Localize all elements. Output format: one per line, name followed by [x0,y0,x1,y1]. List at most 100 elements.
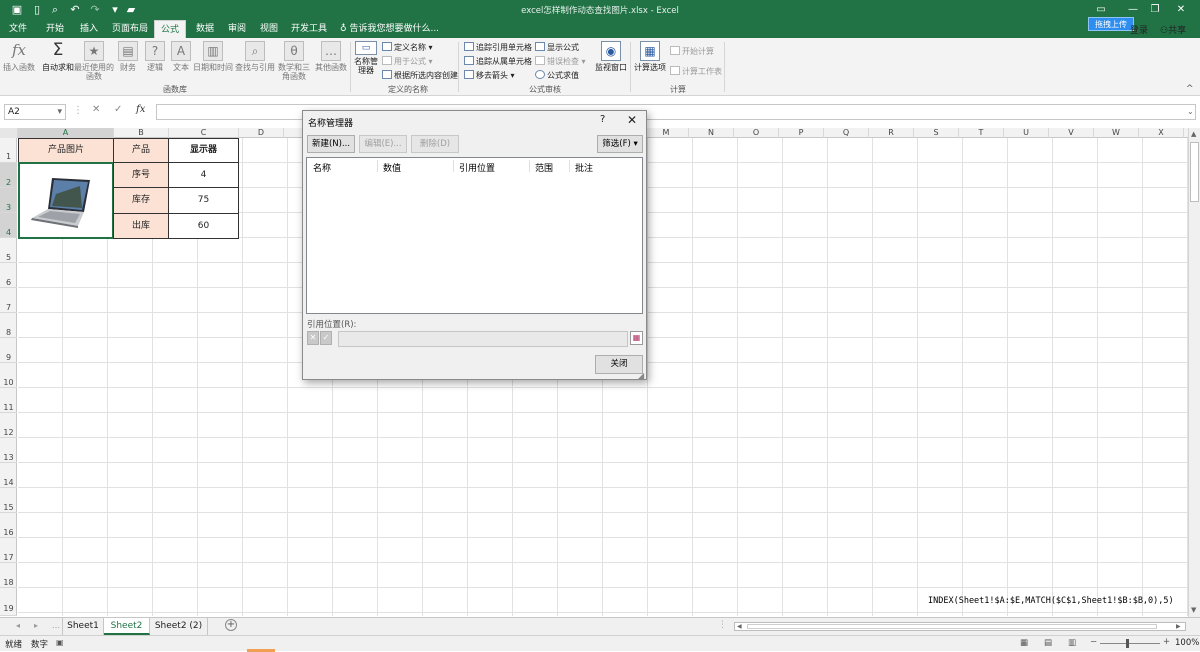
scroll-thumb[interactable] [1190,142,1199,202]
row-header[interactable]: 13 [0,438,17,463]
define-name-button[interactable]: 定义名称 ▾ [382,42,433,53]
normal-view-icon[interactable]: ▦ [1020,638,1028,648]
column-header[interactable]: P [779,128,824,138]
row-header[interactable]: 6 [0,263,17,288]
horizontal-scrollbar[interactable]: ◀ ▶ [734,622,1186,631]
delete-name-button[interactable]: 删除(D) [411,135,459,153]
cell-b3[interactable]: 库存 [113,187,169,214]
sheet-tab-sheet2-copy[interactable]: Sheet2 (2) [150,618,208,635]
help-icon[interactable]: ? [600,114,605,125]
collapse-dialog-icon[interactable]: ▦ [630,331,643,345]
close-icon[interactable]: ✕ [1166,2,1196,18]
scroll-up-icon[interactable]: ▲ [1191,130,1196,138]
tab-data[interactable]: 数据 [190,20,220,38]
column-header[interactable]: A [18,128,114,138]
row-header[interactable]: 3 [0,188,17,213]
column-value[interactable]: 数值 [383,161,401,174]
cell-c2[interactable]: 4 [168,162,239,188]
sheet-tab-sheet1[interactable]: Sheet1 [62,618,104,635]
column-header[interactable]: O [734,128,779,138]
column-header[interactable]: V [1049,128,1094,138]
cell-b4[interactable]: 出库 [113,213,169,239]
select-all-corner[interactable] [0,128,18,138]
insert-function-icon[interactable]: fx [136,104,145,115]
column-header[interactable]: M [644,128,689,138]
resize-grip-icon[interactable]: ◢ [638,371,644,380]
tab-view[interactable]: 视图 [254,20,284,38]
login-link[interactable]: 登录 [1130,23,1148,36]
column-header[interactable]: N [689,128,734,138]
use-in-formula-button[interactable]: 用于公式 ▾ [382,56,433,67]
enter-icon[interactable]: ✓ [114,104,122,115]
expand-formula-bar-icon[interactable]: ⌄ [1187,107,1194,116]
row-header[interactable]: 8 [0,313,17,338]
refers-to-input[interactable] [338,331,628,347]
close-dialog-button[interactable]: 关闭 [595,355,643,374]
add-sheet-icon[interactable]: + [225,619,237,631]
row-header[interactable]: 7 [0,288,17,313]
create-from-selection-button[interactable]: 根据所选内容创建 [382,70,458,81]
row-header[interactable]: 11 [0,388,17,413]
column-refers-to[interactable]: 引用位置 [459,161,495,174]
zoom-out-icon[interactable]: − [1090,637,1097,647]
trace-dependents-button[interactable]: 追踪从属单元格 [464,56,532,67]
column-header[interactable]: Q [824,128,869,138]
row-header[interactable]: 15 [0,488,17,513]
cell-c4[interactable]: 60 [168,213,239,239]
cell-c1[interactable]: 显示器 [168,138,239,163]
tab-formulas[interactable]: 公式 [154,20,186,38]
row-header[interactable]: 5 [0,238,17,263]
remove-arrows-button[interactable]: 移去箭头 ▾ [464,70,515,81]
cell-c3[interactable]: 75 [168,187,239,214]
page-layout-view-icon[interactable]: ▤ [1044,638,1052,648]
column-header[interactable]: B [114,128,169,138]
evaluate-formula-button[interactable]: 公式求值 [535,70,579,81]
column-name[interactable]: 名称 [313,161,331,174]
tab-page-layout[interactable]: 页面布局 [110,20,150,38]
tab-splitter-icon[interactable]: ⋮ [718,620,727,630]
calculate-sheet-button[interactable]: 计算工作表 [670,66,722,77]
column-header[interactable]: T [959,128,1004,138]
row-header[interactable]: 14 [0,463,17,488]
vertical-scrollbar[interactable]: ▲ ▼ [1188,128,1200,617]
macro-record-icon[interactable]: ▣ [56,638,64,647]
sheet-tab-sheet2[interactable]: Sheet2 [104,618,150,635]
tab-review[interactable]: 审阅 [222,20,252,38]
column-header[interactable]: W [1094,128,1139,138]
name-box[interactable]: A2 ▾ [4,104,66,120]
trace-precedents-button[interactable]: 追踪引用单元格 [464,42,532,53]
row-header[interactable]: 4 [0,213,17,238]
cancel-icon[interactable]: ✕ [92,104,100,115]
scroll-left-icon[interactable]: ◀ [737,623,742,630]
column-comment[interactable]: 批注 [575,161,593,174]
column-header[interactable]: C [169,128,239,138]
tab-home[interactable]: 开始 [40,20,70,38]
cell-b1[interactable]: 产品 [113,138,169,163]
page-break-view-icon[interactable]: ▥ [1068,638,1076,648]
calculate-now-button[interactable]: 开始计算 [670,46,714,57]
column-header[interactable]: S [914,128,959,138]
cell-b2[interactable]: 序号 [113,162,169,188]
column-scope[interactable]: 范围 [535,161,553,174]
insert-function-button[interactable]: fx 插入函数 [2,41,36,72]
row-header[interactable]: 16 [0,513,17,538]
filter-button[interactable]: 筛选(F) ▾ [597,135,643,153]
zoom-slider-thumb[interactable] [1126,639,1129,648]
row-header[interactable]: 12 [0,413,17,438]
row-header[interactable]: 18 [0,563,17,588]
math-trig-button[interactable]: θ 数学和三角函数 [275,41,313,81]
horizontal-scroll-thumb[interactable] [747,624,1157,629]
date-time-button[interactable]: ▥ 日期和时间 [193,41,233,72]
drag-upload-button[interactable]: 拖拽上传 [1088,17,1134,31]
cell-a2-selected[interactable] [18,162,114,239]
prev-sheet-icon[interactable]: ◂ [16,621,20,630]
row-header[interactable]: 19 [0,588,17,616]
zoom-in-icon[interactable]: + [1163,637,1170,647]
column-header[interactable]: X [1139,128,1184,138]
cell-a1[interactable]: 产品图片 [18,138,114,163]
recent-functions-button[interactable]: ★ 最近使用的函数 [74,41,114,81]
names-list[interactable]: 名称 数值 引用位置 范围 批注 [306,157,643,314]
error-checking-button[interactable]: 错误检查 ▾ [535,56,586,67]
cancel-edit-icon[interactable]: ✕ [307,331,319,345]
share-button[interactable]: ⚇共享 [1160,23,1186,36]
